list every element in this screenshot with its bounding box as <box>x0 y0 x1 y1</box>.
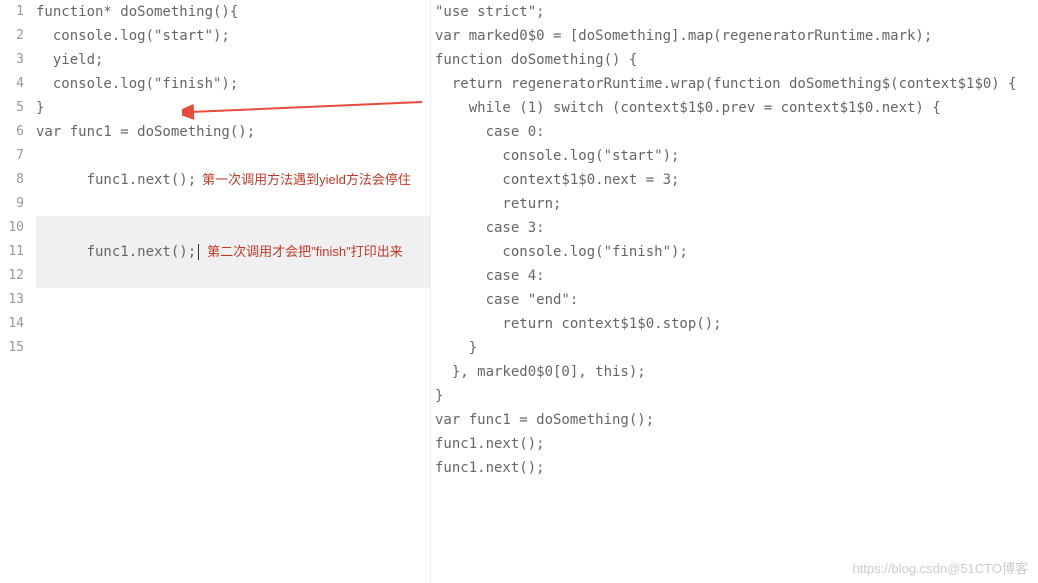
line-number: 4 <box>0 72 24 96</box>
code-line[interactable]: return regeneratorRuntime.wrap(function … <box>435 72 1038 96</box>
code-line-active[interactable]: func1.next(); 第二次调用才会把"finish"打印出来 <box>36 216 430 288</box>
code-line[interactable]: case 4: <box>435 264 1038 288</box>
line-number: 14 <box>0 312 24 336</box>
line-number: 3 <box>0 48 24 72</box>
code-line[interactable]: function* doSomething(){ <box>36 0 430 24</box>
code-line[interactable]: var func1 = doSomething(); <box>36 120 430 144</box>
editor-container: 1 2 3 4 5 6 7 8 9 10 11 12 13 14 15 func… <box>0 0 1038 583</box>
code-line[interactable]: return context$1$0.stop(); <box>435 312 1038 336</box>
code-line[interactable]: } <box>435 336 1038 360</box>
line-number: 12 <box>0 264 24 288</box>
left-code-panel[interactable]: function* doSomething(){ console.log("st… <box>32 0 430 583</box>
line-number: 2 <box>0 24 24 48</box>
annotation-text: 第二次调用才会把"finish"打印出来 <box>207 244 403 259</box>
code-text: func1.next(); <box>87 172 197 188</box>
line-number-gutter: 1 2 3 4 5 6 7 8 9 10 11 12 13 14 15 <box>0 0 32 583</box>
line-number: 10 <box>0 216 24 240</box>
code-line[interactable]: context$1$0.next = 3; <box>435 168 1038 192</box>
code-line[interactable]: console.log("finish"); <box>435 240 1038 264</box>
code-line[interactable]: func1.next(); <box>435 456 1038 480</box>
line-number: 8 <box>0 168 24 192</box>
line-number: 15 <box>0 336 24 360</box>
line-number: 13 <box>0 288 24 312</box>
code-line[interactable]: case "end": <box>435 288 1038 312</box>
code-line[interactable]: "use strict"; <box>435 0 1038 24</box>
code-line[interactable]: console.log("start"); <box>435 144 1038 168</box>
right-code-panel[interactable]: "use strict"; var marked0$0 = [doSomethi… <box>430 0 1038 583</box>
code-line[interactable]: } <box>36 96 430 120</box>
code-text: func1.next(); <box>87 244 197 260</box>
code-line[interactable]: case 0: <box>435 120 1038 144</box>
code-line[interactable]: }, marked0$0[0], this); <box>435 360 1038 384</box>
line-number: 1 <box>0 0 24 24</box>
line-number: 11 <box>0 240 24 264</box>
code-line[interactable]: case 3: <box>435 216 1038 240</box>
code-line[interactable]: var func1 = doSomething(); <box>435 408 1038 432</box>
code-line[interactable]: console.log("finish"); <box>36 72 430 96</box>
code-line[interactable]: func1.next(); <box>435 432 1038 456</box>
line-number: 5 <box>0 96 24 120</box>
line-number: 6 <box>0 120 24 144</box>
line-number: 7 <box>0 144 24 168</box>
annotation-text: 第一次调用方法遇到yield方法会停住 <box>202 172 411 187</box>
code-line[interactable]: yield; <box>36 48 430 72</box>
code-line[interactable]: } <box>435 384 1038 408</box>
code-line[interactable]: var marked0$0 = [doSomething].map(regene… <box>435 24 1038 48</box>
line-number: 9 <box>0 192 24 216</box>
code-line[interactable]: return; <box>435 192 1038 216</box>
code-line[interactable]: func1.next(); 第一次调用方法遇到yield方法会停住 <box>36 144 430 216</box>
code-line[interactable]: function doSomething() { <box>435 48 1038 72</box>
text-cursor <box>198 244 199 260</box>
code-line[interactable]: console.log("start"); <box>36 24 430 48</box>
code-line[interactable]: while (1) switch (context$1$0.prev = con… <box>435 96 1038 120</box>
